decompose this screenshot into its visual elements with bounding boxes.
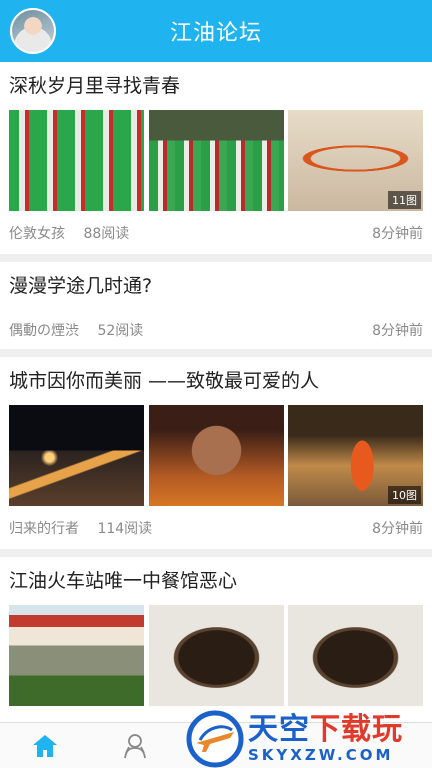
tab-home[interactable] — [0, 723, 90, 768]
post-time: 8分钟前 — [372, 322, 423, 339]
post-author[interactable]: 偶動の煙渋 — [9, 323, 79, 339]
post-author[interactable]: 伦敦女孩 — [9, 226, 65, 242]
post-time: 8分钟前 — [372, 520, 423, 537]
post-author[interactable]: 归来的行者 — [9, 521, 79, 537]
post-image[interactable] — [148, 110, 284, 211]
post-image[interactable]: 10图 — [288, 405, 423, 506]
post-feed[interactable]: 深秋岁月里寻找青春 11图 伦敦女孩 88阅读 8分钟前 漫漫学途几时通? 偶動… — [0, 62, 432, 722]
post-images: 10图 — [9, 405, 423, 506]
post-title[interactable]: 漫漫学途几时通? — [9, 262, 423, 310]
community-icon — [124, 734, 146, 759]
post-title[interactable]: 城市因你而美丽 ——致敬最可爱的人 — [9, 357, 423, 405]
post-meta: 归来的行者 114阅读 8分钟前 — [9, 506, 423, 549]
post-card[interactable]: 漫漫学途几时通? 偶動の煙渋 52阅读 8分钟前 — [0, 262, 432, 357]
watermark-url: SKYXZW.COM — [248, 746, 394, 764]
watermark-main-text: 天空 — [248, 712, 310, 747]
post-images — [9, 605, 423, 706]
post-image[interactable] — [148, 605, 284, 706]
post-image[interactable]: 11图 — [288, 110, 423, 211]
tab-community[interactable] — [90, 723, 180, 768]
post-image[interactable] — [9, 405, 144, 506]
post-card[interactable]: 江油火车站唯一中餐馆恶心 — [0, 557, 432, 706]
airplane-logo-icon — [186, 710, 244, 768]
app-header: 江油论坛 — [0, 0, 432, 62]
post-image[interactable] — [9, 605, 144, 706]
post-title[interactable]: 江油火车站唯一中餐馆恶心 — [9, 557, 423, 605]
image-count-badge: 10图 — [388, 486, 421, 504]
user-avatar[interactable] — [10, 8, 56, 54]
post-meta: 伦敦女孩 88阅读 8分钟前 — [9, 211, 423, 254]
post-image[interactable] — [288, 605, 423, 706]
post-reads: 52阅读 — [97, 322, 144, 339]
post-card[interactable]: 深秋岁月里寻找青春 11图 伦敦女孩 88阅读 8分钟前 — [0, 62, 432, 262]
post-reads: 114阅读 — [97, 520, 153, 537]
site-watermark: 天空下载玩 SKYXZW.COM — [186, 710, 432, 768]
post-reads: 88阅读 — [83, 225, 130, 242]
image-count-badge: 11图 — [388, 191, 421, 209]
home-icon — [33, 735, 57, 757]
post-images: 11图 — [9, 110, 423, 211]
watermark-accent-text: 下载玩 — [310, 712, 403, 747]
post-time: 8分钟前 — [372, 225, 423, 242]
page-title: 江油论坛 — [169, 21, 262, 46]
post-card[interactable]: 城市因你而美丽 ——致敬最可爱的人 10图 归来的行者 114阅读 8分钟前 — [0, 357, 432, 557]
post-image[interactable] — [148, 405, 284, 506]
post-meta: 偶動の煙渋 52阅读 8分钟前 — [9, 310, 423, 349]
post-image[interactable] — [9, 110, 144, 211]
post-title[interactable]: 深秋岁月里寻找青春 — [9, 62, 423, 110]
